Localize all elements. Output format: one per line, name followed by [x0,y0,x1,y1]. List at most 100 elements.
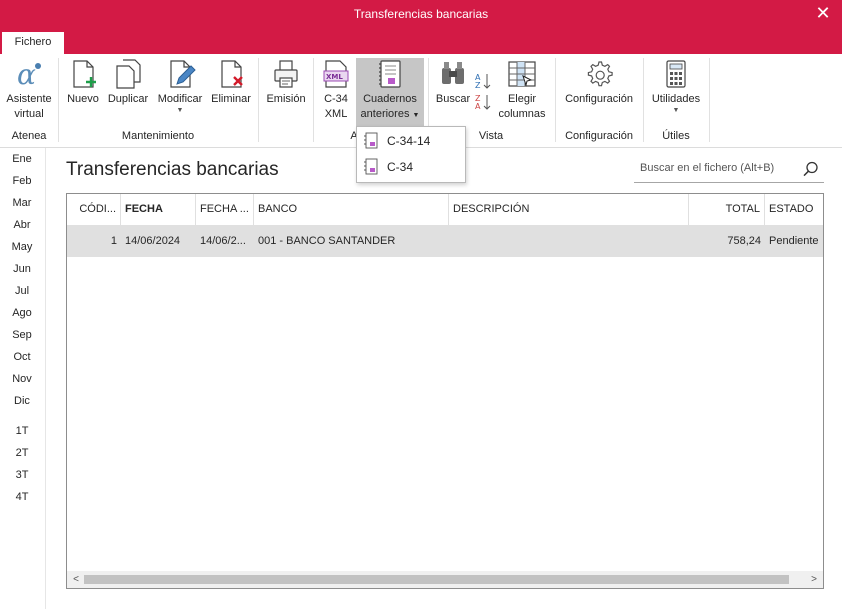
transfers-table: CÓDI... FECHA FECHA ... BANCO DESCRIPCIÓ… [66,193,824,589]
cuadernos-anteriores-button[interactable]: Cuadernos anteriores ▼ [356,58,424,128]
column-header-banco[interactable]: BANCO [254,194,449,225]
month-jul[interactable]: Jul [0,285,44,297]
duplicate-icon [116,59,141,89]
utilidades-label: Utilidades [651,93,701,105]
cell-descripcion [449,226,689,257]
scroll-left-icon[interactable]: < [68,572,84,587]
cell-fecha-2: 14/06/2... [200,235,246,247]
quarter-4t[interactable]: 4T [0,491,44,503]
binoculars-icon [442,62,464,84]
column-header-codigo[interactable]: CÓDI... [67,194,121,225]
elegir-columnas-button[interactable]: Elegir columnas [496,58,548,122]
delete-document-icon [221,60,243,88]
notebook-icon [364,132,378,149]
column-header-total[interactable]: TOTAL [689,194,765,225]
column-header-fecha-2[interactable]: FECHA ... [196,194,254,225]
cell-fecha: 14/06/2024 [125,235,181,247]
quarter-3t[interactable]: 3T [0,469,44,481]
group-label-atenea: Atenea [11,130,47,142]
printer-icon [274,60,298,88]
column-header-fecha[interactable]: FECHA [121,194,196,225]
month-nov[interactable]: Nov [0,373,44,385]
c34-label-1: C-34 [324,93,348,105]
configuracion-button[interactable]: Configuración [559,58,639,107]
emision-button[interactable]: Emisión [263,58,309,107]
menu-item-label: C-34-14 [387,134,431,148]
scrollbar-thumb[interactable] [84,575,789,584]
column-header-descripcion[interactable]: DESCRIPCIÓN [449,194,689,225]
notebook-icon [379,60,401,88]
group-separator [58,58,59,142]
close-icon[interactable]: ✕ [810,2,836,26]
svg-text:A: A [475,102,481,110]
group-separator [709,58,710,142]
edit-document-icon [170,60,196,88]
month-ago[interactable]: Ago [0,307,44,319]
month-may[interactable]: May [0,241,44,253]
chevron-down-icon: ▼ [176,107,184,114]
asistente-virtual-button[interactable]: α Asistente virtual [3,58,55,122]
cell-banco: 001 - BANCO SANTANDER [258,235,396,247]
buscar-label: Buscar [435,93,471,105]
c34-label-2: XML [324,108,348,120]
cuadernos-label-1: Cuadernos [363,93,417,105]
month-sep[interactable]: Sep [0,329,44,341]
notebook-icon [364,158,378,175]
group-label-mantenimiento: Mantenimiento [121,130,195,142]
columns-icon [508,61,536,87]
nuevo-label: Nuevo [67,93,99,105]
tab-fichero[interactable]: Fichero [2,32,64,54]
modificar-label: Modificar [157,93,203,105]
search-placeholder: Buscar en el fichero (Alt+B) [640,162,775,174]
nuevo-button[interactable]: Nuevo [64,58,102,107]
table-row[interactable]: 1 14/06/2024 14/06/2... 001 - BANCO SANT… [67,226,823,257]
ribbon-tab-bar: Fichero [0,30,842,54]
month-ene[interactable]: Ene [0,153,44,165]
menu-item-c34[interactable]: C-34 [357,154,465,180]
quarter-1t[interactable]: 1T [0,425,44,437]
cuadernos-label-2: anteriores [360,108,410,120]
month-dic[interactable]: Dic [0,395,44,407]
search-input[interactable]: Buscar en el fichero (Alt+B) [634,156,824,183]
month-mar[interactable]: Mar [0,197,44,209]
asistente-label-2: virtual [14,108,44,120]
cell-codigo: 1 [110,235,117,247]
month-abr[interactable]: Abr [0,219,44,231]
svg-text:XML: XML [326,73,343,81]
modificar-button[interactable]: Modificar ▼ [153,58,207,115]
month-oct[interactable]: Oct [0,351,44,363]
utilidades-button[interactable]: Utilidades ▼ [647,58,705,115]
group-label-configuracion: Configuración [565,130,633,142]
group-label-utiles: Útiles [662,130,690,142]
svg-text:Z: Z [475,81,481,90]
group-separator [313,58,314,142]
c34-xml-button[interactable]: XML C-34 XML [318,58,354,122]
quarter-2t[interactable]: 2T [0,447,44,459]
title-bar: Transferencias bancarias ✕ [0,0,842,30]
cell-total: 758,24 [727,235,761,247]
chevron-down-icon: ▼ [672,107,680,114]
horizontal-scrollbar[interactable]: < > [67,571,823,588]
month-jun[interactable]: Jun [0,263,44,275]
column-header-estado[interactable]: ESTADO [765,194,823,225]
alpha-icon: α [17,58,41,90]
emision-label: Emisión [266,93,306,105]
group-separator [258,58,259,142]
gear-icon [587,61,613,87]
calculator-icon [666,60,686,88]
menu-item-c34-14[interactable]: C-34-14 [357,128,465,154]
page-title: Transferencias bancarias [66,159,279,180]
window-title: Transferencias bancarias [353,7,489,21]
period-sidebar: Ene Feb Mar Abr May Jun Jul Ago Sep Oct … [0,148,46,609]
sort-az-icon[interactable]: A Z Z A [474,70,492,111]
xml-file-icon: XML [323,60,349,88]
eliminar-button[interactable]: Eliminar [208,58,254,107]
menu-item-label: C-34 [387,160,414,174]
search-icon[interactable] [802,160,820,178]
table-header: CÓDI... FECHA FECHA ... BANCO DESCRIPCIÓ… [67,194,823,226]
month-feb[interactable]: Feb [0,175,44,187]
asistente-label-1: Asistente [6,93,52,105]
duplicar-button[interactable]: Duplicar [104,58,152,107]
scroll-right-icon[interactable]: > [806,572,822,587]
buscar-button[interactable]: Buscar [432,58,474,107]
